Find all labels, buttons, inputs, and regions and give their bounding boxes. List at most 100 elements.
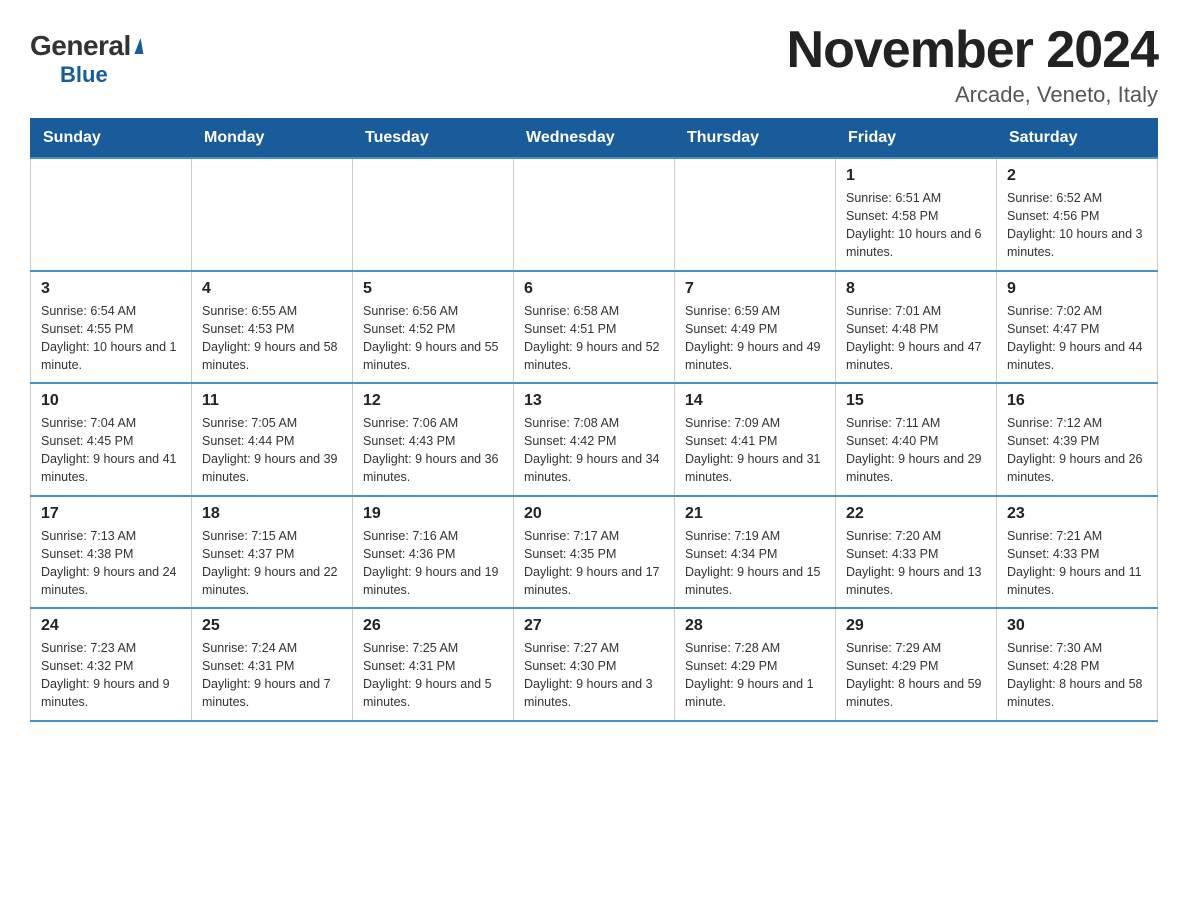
day-info: Sunrise: 7:12 AMSunset: 4:39 PMDaylight:…	[1007, 414, 1147, 487]
calendar-cell: 4 Sunrise: 6:55 AMSunset: 4:53 PMDaylight…	[192, 271, 353, 384]
day-number: 6	[524, 280, 664, 298]
calendar-cell: 19Sunrise: 7:16 AMSunset: 4:36 PMDayligh…	[353, 496, 514, 609]
calendar-cell: 18Sunrise: 7:15 AMSunset: 4:37 PMDayligh…	[192, 496, 353, 609]
day-info: Sunrise: 6:55 AMSunset: 4:53 PMDaylight:…	[202, 302, 342, 375]
calendar-cell: 17 Sunrise: 7:13 AMSunset: 4:38 PMDayligh…	[31, 496, 192, 609]
title-block: November 2024 Arcade, Veneto, Italy	[787, 20, 1158, 108]
calendar-cell	[192, 158, 353, 271]
calendar-week-row: 10 Sunrise: 7:04 AMSunset: 4:45 PMDayligh…	[31, 383, 1158, 496]
calendar-week-row: 1 Sunrise: 6:51 AMSunset: 4:58 PMDaylight…	[31, 158, 1158, 271]
calendar-cell: 24 Sunrise: 7:23 AMSunset: 4:32 PMDayligh…	[31, 608, 192, 721]
day-number: 10	[41, 392, 181, 410]
day-info: Sunrise: 7:20 AMSunset: 4:33 PMDaylight:…	[846, 527, 986, 600]
calendar-cell: 28 Sunrise: 7:28 AMSunset: 4:29 PMDayligh…	[675, 608, 836, 721]
day-number: 26	[363, 617, 503, 635]
calendar-cell: 23 Sunrise: 7:21 AMSunset: 4:33 PMDayligh…	[997, 496, 1158, 609]
calendar-cell	[514, 158, 675, 271]
calendar-cell: 11 Sunrise: 7:05 AMSunset: 4:44 PMDayligh…	[192, 383, 353, 496]
calendar-table: SundayMondayTuesdayWednesdayThursdayFrid…	[30, 118, 1158, 722]
day-number: 29	[846, 617, 986, 635]
calendar-cell: 1 Sunrise: 6:51 AMSunset: 4:58 PMDaylight…	[836, 158, 997, 271]
day-number: 30	[1007, 617, 1147, 635]
day-number: 5	[363, 280, 503, 298]
calendar-cell: 7Sunrise: 6:59 AMSunset: 4:49 PMDaylight…	[675, 271, 836, 384]
day-number: 19	[363, 505, 503, 523]
page-header: General Blue November 2024 Arcade, Venet…	[30, 20, 1158, 108]
day-number: 2	[1007, 167, 1147, 185]
day-number: 12	[363, 392, 503, 410]
day-number: 9	[1007, 280, 1147, 298]
day-info: Sunrise: 6:58 AMSunset: 4:51 PMDaylight:…	[524, 302, 664, 375]
day-info: Sunrise: 7:09 AMSunset: 4:41 PMDaylight:…	[685, 414, 825, 487]
day-number: 16	[1007, 392, 1147, 410]
day-info: Sunrise: 7:30 AMSunset: 4:28 PMDaylight:…	[1007, 639, 1147, 712]
day-number: 28	[685, 617, 825, 635]
calendar-week-row: 3Sunrise: 6:54 AMSunset: 4:55 PMDaylight…	[31, 271, 1158, 384]
weekday-header-wednesday: Wednesday	[514, 119, 675, 159]
day-info: Sunrise: 7:29 AMSunset: 4:29 PMDaylight:…	[846, 639, 986, 712]
day-info: Sunrise: 7:08 AMSunset: 4:42 PMDaylight:…	[524, 414, 664, 487]
logo-triangle-icon	[131, 38, 143, 54]
day-info: Sunrise: 7:24 AMSunset: 4:31 PMDaylight:…	[202, 639, 342, 712]
weekday-header-sunday: Sunday	[31, 119, 192, 159]
weekday-header-saturday: Saturday	[997, 119, 1158, 159]
weekday-header-friday: Friday	[836, 119, 997, 159]
day-info: Sunrise: 6:51 AMSunset: 4:58 PMDaylight:…	[846, 189, 986, 262]
calendar-cell: 13 Sunrise: 7:08 AMSunset: 4:42 PMDayligh…	[514, 383, 675, 496]
calendar-cell	[675, 158, 836, 271]
calendar-cell: 8 Sunrise: 7:01 AMSunset: 4:48 PMDaylight…	[836, 271, 997, 384]
day-info: Sunrise: 7:02 AMSunset: 4:47 PMDaylight:…	[1007, 302, 1147, 375]
day-number: 11	[202, 392, 342, 410]
calendar-body: 1 Sunrise: 6:51 AMSunset: 4:58 PMDaylight…	[31, 158, 1158, 721]
calendar-cell: 26 Sunrise: 7:25 AMSunset: 4:31 PMDayligh…	[353, 608, 514, 721]
logo-general-text: General	[30, 30, 142, 62]
location-text: Arcade, Veneto, Italy	[787, 82, 1158, 108]
day-info: Sunrise: 7:23 AMSunset: 4:32 PMDaylight:…	[41, 639, 181, 712]
day-number: 13	[524, 392, 664, 410]
day-info: Sunrise: 7:17 AMSunset: 4:35 PMDaylight:…	[524, 527, 664, 600]
weekday-header-row: SundayMondayTuesdayWednesdayThursdayFrid…	[31, 119, 1158, 159]
day-info: Sunrise: 7:04 AMSunset: 4:45 PMDaylight:…	[41, 414, 181, 487]
day-number: 21	[685, 505, 825, 523]
day-number: 20	[524, 505, 664, 523]
day-number: 24	[41, 617, 181, 635]
calendar-cell: 10 Sunrise: 7:04 AMSunset: 4:45 PMDayligh…	[31, 383, 192, 496]
weekday-header-thursday: Thursday	[675, 119, 836, 159]
logo: General Blue	[30, 30, 142, 88]
day-info: Sunrise: 6:59 AMSunset: 4:49 PMDaylight:…	[685, 302, 825, 375]
day-number: 17	[41, 505, 181, 523]
day-info: Sunrise: 7:21 AMSunset: 4:33 PMDaylight:…	[1007, 527, 1147, 600]
calendar-week-row: 24 Sunrise: 7:23 AMSunset: 4:32 PMDayligh…	[31, 608, 1158, 721]
day-number: 14	[685, 392, 825, 410]
day-number: 27	[524, 617, 664, 635]
day-number: 15	[846, 392, 986, 410]
day-number: 1	[846, 167, 986, 185]
day-info: Sunrise: 7:28 AMSunset: 4:29 PMDaylight:…	[685, 639, 825, 712]
day-number: 8	[846, 280, 986, 298]
day-info: Sunrise: 7:25 AMSunset: 4:31 PMDaylight:…	[363, 639, 503, 712]
day-info: Sunrise: 7:11 AMSunset: 4:40 PMDaylight:…	[846, 414, 986, 487]
calendar-cell: 5Sunrise: 6:56 AMSunset: 4:52 PMDaylight…	[353, 271, 514, 384]
calendar-cell	[353, 158, 514, 271]
calendar-cell: 27Sunrise: 7:27 AMSunset: 4:30 PMDayligh…	[514, 608, 675, 721]
day-number: 25	[202, 617, 342, 635]
calendar-cell: 30 Sunrise: 7:30 AMSunset: 4:28 PMDayligh…	[997, 608, 1158, 721]
calendar-cell	[31, 158, 192, 271]
day-info: Sunrise: 7:05 AMSunset: 4:44 PMDaylight:…	[202, 414, 342, 487]
day-info: Sunrise: 7:13 AMSunset: 4:38 PMDaylight:…	[41, 527, 181, 600]
day-number: 23	[1007, 505, 1147, 523]
calendar-cell: 22Sunrise: 7:20 AMSunset: 4:33 PMDayligh…	[836, 496, 997, 609]
weekday-header-monday: Monday	[192, 119, 353, 159]
day-info: Sunrise: 6:54 AMSunset: 4:55 PMDaylight:…	[41, 302, 181, 375]
day-number: 4	[202, 280, 342, 298]
calendar-cell: 2Sunrise: 6:52 AMSunset: 4:56 PMDaylight…	[997, 158, 1158, 271]
day-info: Sunrise: 7:06 AMSunset: 4:43 PMDaylight:…	[363, 414, 503, 487]
day-info: Sunrise: 7:01 AMSunset: 4:48 PMDaylight:…	[846, 302, 986, 375]
calendar-cell: 20 Sunrise: 7:17 AMSunset: 4:35 PMDayligh…	[514, 496, 675, 609]
calendar-week-row: 17 Sunrise: 7:13 AMSunset: 4:38 PMDayligh…	[31, 496, 1158, 609]
calendar-cell: 15 Sunrise: 7:11 AMSunset: 4:40 PMDayligh…	[836, 383, 997, 496]
calendar-cell: 14 Sunrise: 7:09 AMSunset: 4:41 PMDayligh…	[675, 383, 836, 496]
calendar-cell: 21Sunrise: 7:19 AMSunset: 4:34 PMDayligh…	[675, 496, 836, 609]
day-number: 18	[202, 505, 342, 523]
calendar-cell: 3Sunrise: 6:54 AMSunset: 4:55 PMDaylight…	[31, 271, 192, 384]
